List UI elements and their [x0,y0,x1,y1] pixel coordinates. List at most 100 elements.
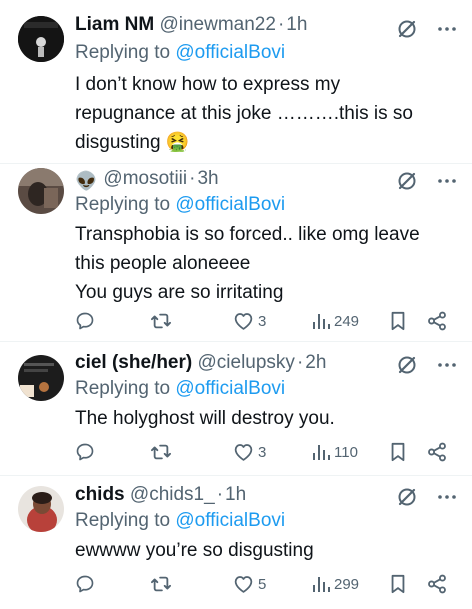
mention-link[interactable]: @officialBovi [175,510,285,531]
repost-button[interactable] [150,570,172,598]
replying-to: Replying to @officialBovi [75,192,285,218]
timestamp[interactable]: 2h [305,352,326,373]
avatar-image [18,16,64,62]
more-icon[interactable] [436,18,458,40]
reply-text: I don’t know how to express my repugnanc… [75,70,432,157]
grok-icon[interactable] [396,170,418,192]
text-line: Transphobia is so forced.. like omg leav… [75,224,420,245]
display-name[interactable]: chids [75,484,125,505]
share-button[interactable] [427,438,447,466]
reply-header: ciel (she/her) @cielupsky · 2h [75,350,412,376]
like-button[interactable]: 3 [233,438,266,466]
grok-icon[interactable] [396,354,418,376]
reply-icon [76,443,94,461]
timestamp[interactable]: 3h [197,168,218,189]
reply-text: Transphobia is so forced.. like omg leav… [75,220,432,307]
action-bar: 3 110 [75,438,458,466]
user-handle[interactable]: @cielupsky [198,352,295,373]
like-count: 3 [258,312,267,330]
share-icon [428,574,446,594]
reply-button[interactable] [75,570,95,598]
avatar-image [18,168,64,214]
alien-emoji-icon: 👽 [75,171,98,191]
like-button[interactable]: 3 [233,307,266,335]
replying-prefix: Replying to [75,510,176,531]
views-count: 110 [334,443,358,461]
heart-icon [234,444,253,461]
avatar[interactable] [18,16,64,62]
replying-to: Replying to @officialBovi [75,376,285,402]
reply-button[interactable] [75,438,95,466]
views-button[interactable]: 110 [312,438,358,466]
share-button[interactable] [427,570,447,598]
user-handle[interactable]: @mosotiii [103,168,187,189]
timestamp[interactable]: 1h [286,14,307,35]
repost-button[interactable] [150,307,172,335]
text-line: this people aloneeee [75,253,251,274]
reply-header: 👽 @mosotiii · 3h [75,166,412,192]
avatar[interactable] [18,355,64,401]
more-icon[interactable] [436,354,458,376]
reply-text: The holyghost will destroy you. [75,404,432,433]
separator-dot: · [277,14,285,35]
heart-icon [234,313,253,330]
user-handle[interactable]: @chids1_ [130,484,215,505]
user-handle[interactable]: @inewman22 [159,14,275,35]
reply-icon [76,575,94,593]
text-line: I don’t know how to express my [75,74,341,95]
views-button[interactable]: 299 [312,570,359,598]
more-icon[interactable] [436,486,458,508]
reply-item-4[interactable]: chids @chids1_ · 1h Replying to @officialB… [0,476,472,609]
share-icon [428,442,446,462]
like-count: 3 [258,443,267,461]
reply-icon [76,312,94,330]
reply-button[interactable] [75,307,95,335]
reply-item-2[interactable]: 👽 @mosotiii · 3h Replying to @officialBovi … [0,164,472,342]
reply-item-1[interactable]: Liam NM @inewman22 · 1h Replying to @offic… [0,0,472,164]
text-line: You guys are so irritating [75,282,284,303]
more-icon[interactable] [436,170,458,192]
avatar-image [18,355,64,401]
bookmark-icon [391,311,405,331]
mention-link[interactable]: @officialBovi [175,378,285,399]
bookmark-button[interactable] [389,307,407,335]
timestamp[interactable]: 1h [225,484,246,505]
separator-dot: · [296,352,304,373]
text-line: disgusting 🤮 [75,132,190,153]
mention-link[interactable]: @officialBovi [175,42,285,63]
avatar[interactable] [18,168,64,214]
text-line: repugnance at this joke ……….this is so [75,103,413,124]
display-name[interactable]: Liam NM [75,14,154,35]
action-bar: 3 249 [75,307,458,335]
text-line: The holyghost will destroy you. [75,408,335,429]
views-count: 249 [334,312,360,330]
share-button[interactable] [427,307,447,335]
share-icon [428,311,446,331]
action-bar: 5 299 [75,570,458,598]
repost-icon [151,444,171,460]
separator-dot: · [189,168,196,189]
bookmark-icon [391,574,405,594]
replying-to: Replying to @officialBovi [75,508,285,534]
grok-icon[interactable] [396,18,418,40]
grok-icon[interactable] [396,486,418,508]
repost-button[interactable] [150,438,172,466]
views-icon [313,445,330,460]
display-name[interactable]: ciel (she/her) [75,352,192,373]
repost-icon [151,313,171,329]
bookmark-button[interactable] [389,570,407,598]
reply-header: Liam NM @inewman22 · 1h [75,12,412,38]
reply-item-3[interactable]: ciel (she/her) @cielupsky · 2h Replying to… [0,342,472,476]
reply-header: chids @chids1_ · 1h [75,482,412,508]
bookmark-button[interactable] [389,438,407,466]
avatar[interactable] [18,486,64,532]
heart-icon [234,576,253,593]
views-icon [313,314,330,329]
separator-dot: · [216,484,224,505]
reply-text: ewwww you’re so disgusting [75,536,432,565]
views-count: 299 [334,575,360,593]
views-button[interactable]: 249 [312,307,359,335]
like-button[interactable]: 5 [233,570,266,598]
mention-link[interactable]: @officialBovi [175,194,285,215]
replying-prefix: Replying to [75,378,176,399]
